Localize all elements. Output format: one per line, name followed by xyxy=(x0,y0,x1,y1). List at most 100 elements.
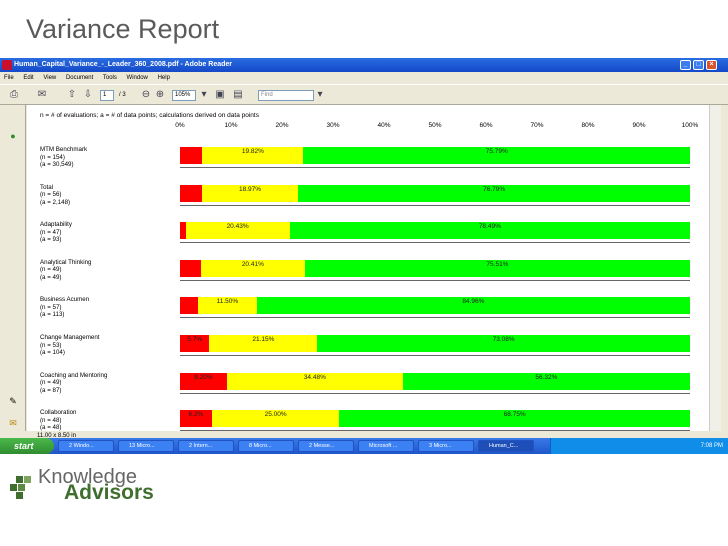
menu-bar: File Edit View Document Tools Window Hel… xyxy=(0,72,728,84)
row-separator xyxy=(180,167,690,168)
category-label: Collaboration (n = 48) (a = 48) xyxy=(40,409,77,431)
window-title: Human_Capital_Variance_-_Leader_360_2008… xyxy=(14,61,233,68)
maximize-button[interactable]: □ xyxy=(693,60,704,70)
previous-page-icon[interactable]: ⇧ xyxy=(66,89,78,101)
slide-title: Variance Report xyxy=(26,14,220,44)
window-titlebar[interactable]: Human_Capital_Variance_-_Leader_360_2008… xyxy=(0,58,728,72)
fit-page-icon[interactable]: ▣ xyxy=(214,89,226,101)
category-label: Business Acumen (n = 57) (a = 113) xyxy=(40,296,90,319)
data-label: 84.96% xyxy=(462,298,485,306)
taskbar-button[interactable]: 2 Intern... xyxy=(178,440,234,452)
close-button[interactable]: × xyxy=(706,60,717,70)
category-label: Analytical Thinking (n = 49) (a = 49) xyxy=(40,258,92,281)
help-icon[interactable]: ● xyxy=(7,130,19,142)
page-total: / 3 xyxy=(119,92,126,98)
menu-view[interactable]: View xyxy=(43,75,56,81)
percent-tick-label: 10% xyxy=(224,122,238,129)
clock: 7:08 PM xyxy=(700,443,723,449)
taskbar-button[interactable]: 13 Micro... xyxy=(118,440,174,452)
taskbar-button[interactable]: 8 Micro... xyxy=(238,440,294,452)
percent-tick-label: 60% xyxy=(479,122,493,129)
bar-segment xyxy=(180,297,199,315)
data-label: 73.08% xyxy=(492,336,515,343)
row-separator xyxy=(180,392,690,394)
stacked-bar: 11.50% 84.96% xyxy=(180,297,690,315)
logo-text-advisors: Advisors xyxy=(64,481,154,504)
category-label: Total (n = 56) (a = 2,148) xyxy=(40,183,71,206)
category-label: MTM Benchmark (n = 154) (a = 30,549) xyxy=(40,146,88,168)
stacked-bar: 19.82% 75.79% xyxy=(180,147,690,164)
row-separator xyxy=(180,242,690,244)
percent-tick-label: 50% xyxy=(428,122,442,129)
data-label: 20.43% xyxy=(226,223,249,231)
category-label: Coaching and Mentoring (n = 49) (a = 87) xyxy=(40,371,108,394)
taskbar-button[interactable]: 3 Micro... xyxy=(418,440,474,452)
data-label: 75.51% xyxy=(486,260,509,268)
taskbar-button[interactable]: 2 Windo... xyxy=(58,440,114,452)
find-dropdown-icon[interactable]: ▾ xyxy=(314,89,326,101)
category-label: Adaptability (n = 47) (a = 93) xyxy=(40,221,72,244)
row-separator xyxy=(180,279,690,281)
taskbar-button[interactable]: Microsoft ... xyxy=(358,440,414,452)
next-page-icon[interactable]: ⇩ xyxy=(82,89,94,101)
menu-document[interactable]: Document xyxy=(66,75,93,81)
data-label: 9.20% xyxy=(194,373,213,381)
data-label: 6.2% xyxy=(188,411,204,419)
menu-tools[interactable]: Tools xyxy=(103,75,117,81)
data-label: 21.15% xyxy=(252,336,275,343)
menu-file[interactable]: File xyxy=(4,75,14,81)
email-icon[interactable]: ✉ xyxy=(36,89,48,101)
menu-edit[interactable]: Edit xyxy=(23,75,33,81)
percent-tick-label: 40% xyxy=(377,122,391,129)
print-icon[interactable]: ⎙ xyxy=(8,89,20,101)
stacked-bar: 20.43% 78.49% xyxy=(180,222,690,240)
adobe-reader-window: Human_Capital_Variance_-_Leader_360_2008… xyxy=(0,58,728,453)
data-label: 78.49% xyxy=(478,223,501,231)
percent-tick-label: 30% xyxy=(326,122,340,129)
vertical-scrollbar[interactable] xyxy=(709,105,721,431)
stacked-bar: 18.97% 76.79% xyxy=(180,184,690,202)
stacked-bar: 6.2% 25.00% 68.75% xyxy=(180,410,690,428)
menu-help[interactable]: Help xyxy=(158,75,170,81)
zoom-in-icon[interactable]: ⊕ xyxy=(154,89,166,101)
percent-tick-label: 20% xyxy=(275,122,289,129)
data-label: 76.79% xyxy=(483,185,506,193)
comments-icon[interactable]: ✉ xyxy=(7,417,19,429)
menu-window[interactable]: Window xyxy=(127,75,148,81)
minimize-button[interactable]: _ xyxy=(680,60,691,70)
category-label: Change Management (n = 53) (a = 104) xyxy=(40,334,100,356)
row-separator xyxy=(180,317,690,319)
bar-segment xyxy=(180,259,201,277)
data-label: 19.82% xyxy=(241,148,264,155)
taskbar-button[interactable]: 2 Messe... xyxy=(298,440,354,452)
start-button[interactable]: start xyxy=(0,438,54,454)
stacked-bar: 9.20% 34.48% 56.32% xyxy=(180,372,690,390)
zoom-out-icon[interactable]: ⊖ xyxy=(140,89,152,101)
bar-segment xyxy=(180,184,202,202)
taskbar-button[interactable]: Human_C... xyxy=(478,440,534,452)
stacked-bar: 5.7% 21.15% 73.08% xyxy=(180,335,690,352)
row-separator xyxy=(180,204,690,206)
fit-width-icon[interactable]: ▤ xyxy=(232,89,244,101)
system-tray: 7:08 PM xyxy=(550,438,728,454)
data-label: 11.50% xyxy=(216,298,239,306)
attachment-icon[interactable]: ✎ xyxy=(7,395,19,407)
chevron-down-icon[interactable]: ▾ xyxy=(198,89,210,101)
zoom-input[interactable]: 105% xyxy=(172,90,196,101)
taskbar: start 2 Windo... 13 Micro... 2 Intern... 8 … xyxy=(0,438,728,454)
row-separator xyxy=(180,355,690,356)
find-input[interactable]: Find xyxy=(258,90,314,101)
data-label: 5.7% xyxy=(187,336,203,343)
data-label: 25.00% xyxy=(264,411,287,419)
company-logo: Knowledge Advisors xyxy=(10,466,190,506)
logo-mark-icon xyxy=(10,476,31,499)
data-label: 18.97% xyxy=(238,185,262,193)
percent-tick-label: 70% xyxy=(530,122,544,129)
chart-header: n = # of evaluations; a = # of data poin… xyxy=(40,112,259,119)
bar-segment xyxy=(180,147,203,164)
percent-tick-label: 90% xyxy=(632,122,646,129)
stacked-bar: 20.41% 75.51% xyxy=(180,259,690,277)
toolbar: ⎙ ✉ ⇧ ⇩ 1 / 3 ⊖ ⊕ 105% ▾ ▣ ▤ Find ▾ xyxy=(0,84,728,105)
page-number-input[interactable]: 1 xyxy=(100,90,114,101)
document-page: n = # of evaluations; a = # of data poin… xyxy=(27,105,709,431)
